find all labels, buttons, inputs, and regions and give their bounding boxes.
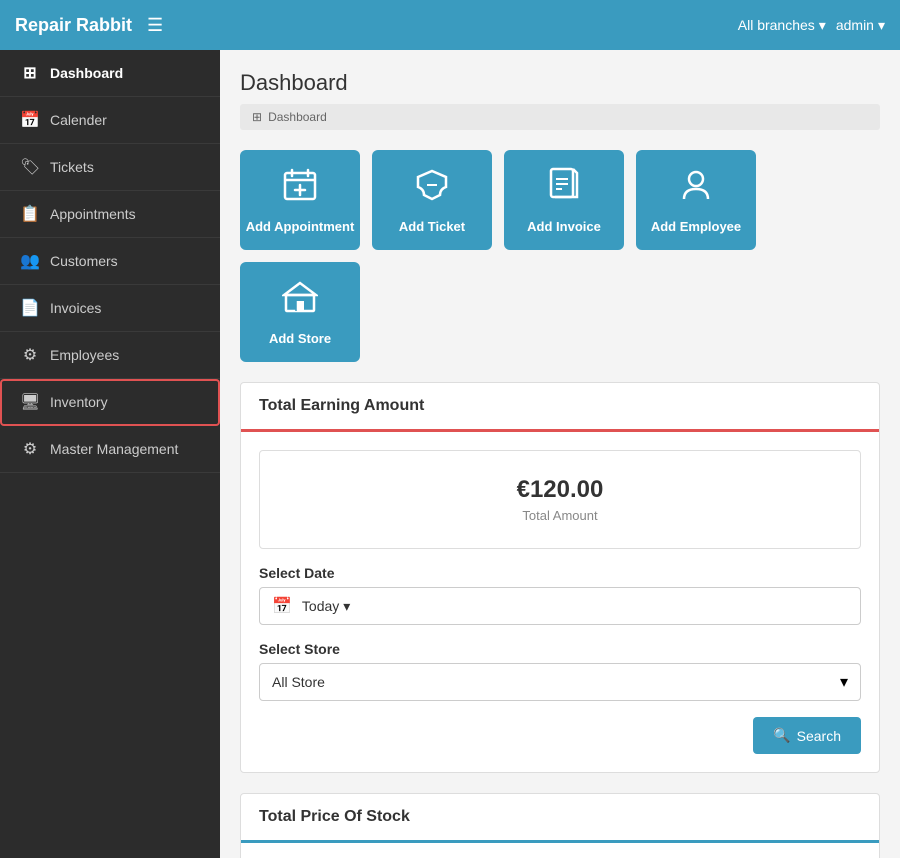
branch-chevron-icon: ▾	[819, 17, 826, 34]
add-appointment-card[interactable]: Add Appointment	[240, 150, 360, 250]
branch-label: All branches	[738, 17, 815, 33]
add-store-card[interactable]: Add Store	[240, 262, 360, 362]
employees-icon: ⚙	[20, 345, 40, 365]
add-ticket-card[interactable]: Add Ticket	[372, 150, 492, 250]
sidebar-item-label: Calender	[50, 112, 107, 128]
select-date-group: Select Date 📅 Today ▾	[259, 565, 861, 625]
user-label: admin	[836, 17, 874, 33]
menu-toggle-icon[interactable]: ☰	[147, 15, 163, 36]
add-invoice-label: Add Invoice	[527, 219, 601, 234]
amount-box: €120.00 Total Amount	[259, 450, 861, 549]
add-employee-label: Add Employee	[651, 219, 741, 234]
sidebar-item-inventory[interactable]: 🖥 Inventory	[0, 379, 220, 426]
page-title: Dashboard	[240, 70, 880, 96]
navbar: Repair Rabbit ☰ All branches ▾ admin ▾	[0, 0, 900, 50]
tickets-icon: 🏷	[20, 157, 40, 177]
date-input[interactable]: 📅 Today ▾	[259, 587, 861, 625]
add-invoice-card[interactable]: Add Invoice	[504, 150, 624, 250]
date-chevron-icon: ▾	[343, 598, 350, 615]
sidebar-item-tickets[interactable]: 🏷 Tickets	[0, 144, 220, 191]
user-dropdown[interactable]: admin ▾	[836, 17, 885, 34]
sidebar-item-invoices[interactable]: 📄 Invoices	[0, 285, 220, 332]
add-ticket-label: Add Ticket	[399, 219, 465, 234]
sidebar-item-label: Customers	[50, 253, 118, 269]
sidebar-item-label: Dashboard	[50, 65, 123, 81]
dashboard-icon: ⊞	[20, 63, 40, 83]
store-chevron-icon: ▾	[840, 672, 848, 692]
app-brand: Repair Rabbit	[15, 15, 132, 36]
sidebar-item-label: Master Management	[50, 441, 178, 457]
store-value: All Store	[272, 674, 325, 690]
select-date-label: Select Date	[259, 565, 861, 581]
stock-partial-amount: 1044	[241, 843, 879, 858]
search-icon: 🔍	[773, 727, 790, 744]
user-chevron-icon: ▾	[878, 17, 885, 34]
earning-section-body: €120.00 Total Amount Select Date 📅 Today…	[241, 432, 879, 772]
calender-icon: 📅	[20, 110, 40, 130]
navbar-right: All branches ▾ admin ▾	[738, 17, 885, 34]
add-appointment-label: Add Appointment	[246, 219, 355, 234]
add-invoice-icon	[546, 167, 582, 211]
sidebar-item-appointments[interactable]: 📋 Appointments	[0, 191, 220, 238]
sidebar-item-label: Employees	[50, 347, 119, 363]
master-management-icon: ⚙	[20, 439, 40, 459]
breadcrumb-icon: ⊞	[252, 110, 262, 124]
sidebar-item-label: Appointments	[50, 206, 136, 222]
layout: ⊞ Dashboard 📅 Calender 🏷 Tickets 📋 Appoi…	[0, 50, 900, 858]
sidebar-item-label: Inventory	[50, 394, 108, 410]
breadcrumb: ⊞ Dashboard	[240, 104, 880, 130]
sidebar-item-employees[interactable]: ⚙ Employees	[0, 332, 220, 379]
action-cards-grid: Add Appointment Add Ticket	[240, 150, 880, 362]
sidebar-item-master-management[interactable]: ⚙ Master Management	[0, 426, 220, 473]
add-store-icon	[282, 279, 318, 323]
date-value: Today ▾	[302, 598, 350, 615]
add-employee-icon	[678, 167, 714, 211]
sidebar-item-customers[interactable]: 👥 Customers	[0, 238, 220, 285]
add-employee-card[interactable]: Add Employee	[636, 150, 756, 250]
add-ticket-icon	[414, 167, 450, 211]
invoices-icon: 📄	[20, 298, 40, 318]
earning-section: Total Earning Amount €120.00 Total Amoun…	[240, 382, 880, 773]
search-row: 🔍 Search	[259, 717, 861, 754]
earning-section-title: Total Earning Amount	[241, 383, 879, 432]
customers-icon: 👥	[20, 251, 40, 271]
stock-section-title: Total Price Of Stock	[241, 794, 879, 843]
stock-section: Total Price Of Stock 1044	[240, 793, 880, 858]
store-select[interactable]: All Store ▾	[259, 663, 861, 701]
breadcrumb-label: Dashboard	[268, 110, 327, 124]
sidebar-item-calender[interactable]: 📅 Calender	[0, 97, 220, 144]
search-button[interactable]: 🔍 Search	[753, 717, 861, 754]
navbar-left: Repair Rabbit ☰	[15, 15, 163, 36]
select-store-group: Select Store All Store ▾	[259, 641, 861, 701]
date-calendar-icon: 📅	[272, 596, 292, 616]
inventory-icon: 🖥	[20, 392, 40, 412]
search-button-label: Search	[797, 728, 841, 744]
appointments-icon: 📋	[20, 204, 40, 224]
select-store-label: Select Store	[259, 641, 861, 657]
sidebar-item-label: Invoices	[50, 300, 101, 316]
amount-value: €120.00	[285, 476, 835, 504]
branch-dropdown[interactable]: All branches ▾	[738, 17, 826, 34]
sidebar-item-dashboard[interactable]: ⊞ Dashboard	[0, 50, 220, 97]
sidebar: ⊞ Dashboard 📅 Calender 🏷 Tickets 📋 Appoi…	[0, 50, 220, 858]
amount-label: Total Amount	[285, 508, 835, 523]
add-store-label: Add Store	[269, 331, 331, 346]
add-appointment-icon	[282, 167, 318, 211]
sidebar-item-label: Tickets	[50, 159, 94, 175]
main-content: Dashboard ⊞ Dashboard Add Appointm	[220, 50, 900, 858]
